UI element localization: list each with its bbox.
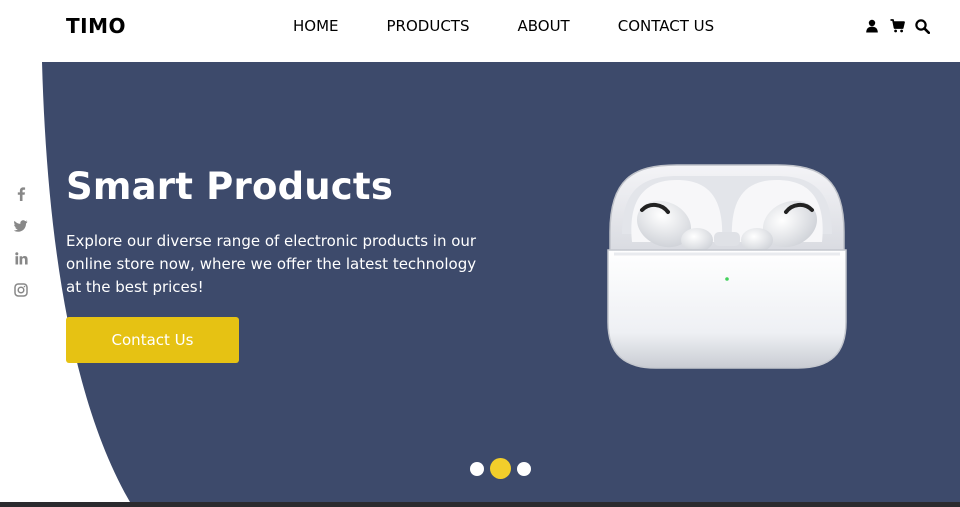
header-actions: [864, 16, 930, 36]
hero-title: Smart Products: [66, 165, 394, 208]
nav-home[interactable]: HOME: [293, 17, 339, 35]
facebook-icon[interactable]: [13, 186, 29, 202]
hero-banner: Smart Products Explore our diverse range…: [42, 62, 960, 502]
nav-about[interactable]: ABOUT: [517, 17, 569, 35]
contact-us-button[interactable]: Contact Us: [66, 317, 239, 363]
site-header: TIMO HOME PRODUCTS ABOUT CONTACT US: [0, 0, 960, 62]
site-logo[interactable]: TIMO: [66, 14, 126, 38]
twitter-icon[interactable]: [13, 218, 29, 234]
user-icon[interactable]: [864, 18, 880, 34]
bottom-edge-bar: [0, 502, 960, 507]
search-icon[interactable]: [914, 18, 930, 34]
airpods-product-image: [607, 164, 847, 369]
nav-contact-us[interactable]: CONTACT US: [618, 17, 714, 35]
instagram-icon[interactable]: [13, 282, 29, 298]
slider-dots: [470, 458, 531, 479]
hero-description: Explore our diverse range of electronic …: [66, 232, 477, 296]
slider-dot-3[interactable]: [517, 461, 531, 476]
main-nav: HOME PRODUCTS ABOUT CONTACT US: [293, 17, 714, 35]
linkedin-icon[interactable]: [13, 250, 29, 266]
slider-dot-1[interactable]: [470, 461, 484, 476]
social-links: [13, 186, 29, 298]
cart-icon[interactable]: [889, 18, 905, 34]
nav-products[interactable]: PRODUCTS: [387, 17, 470, 35]
slider-dot-2-active[interactable]: [490, 458, 511, 479]
